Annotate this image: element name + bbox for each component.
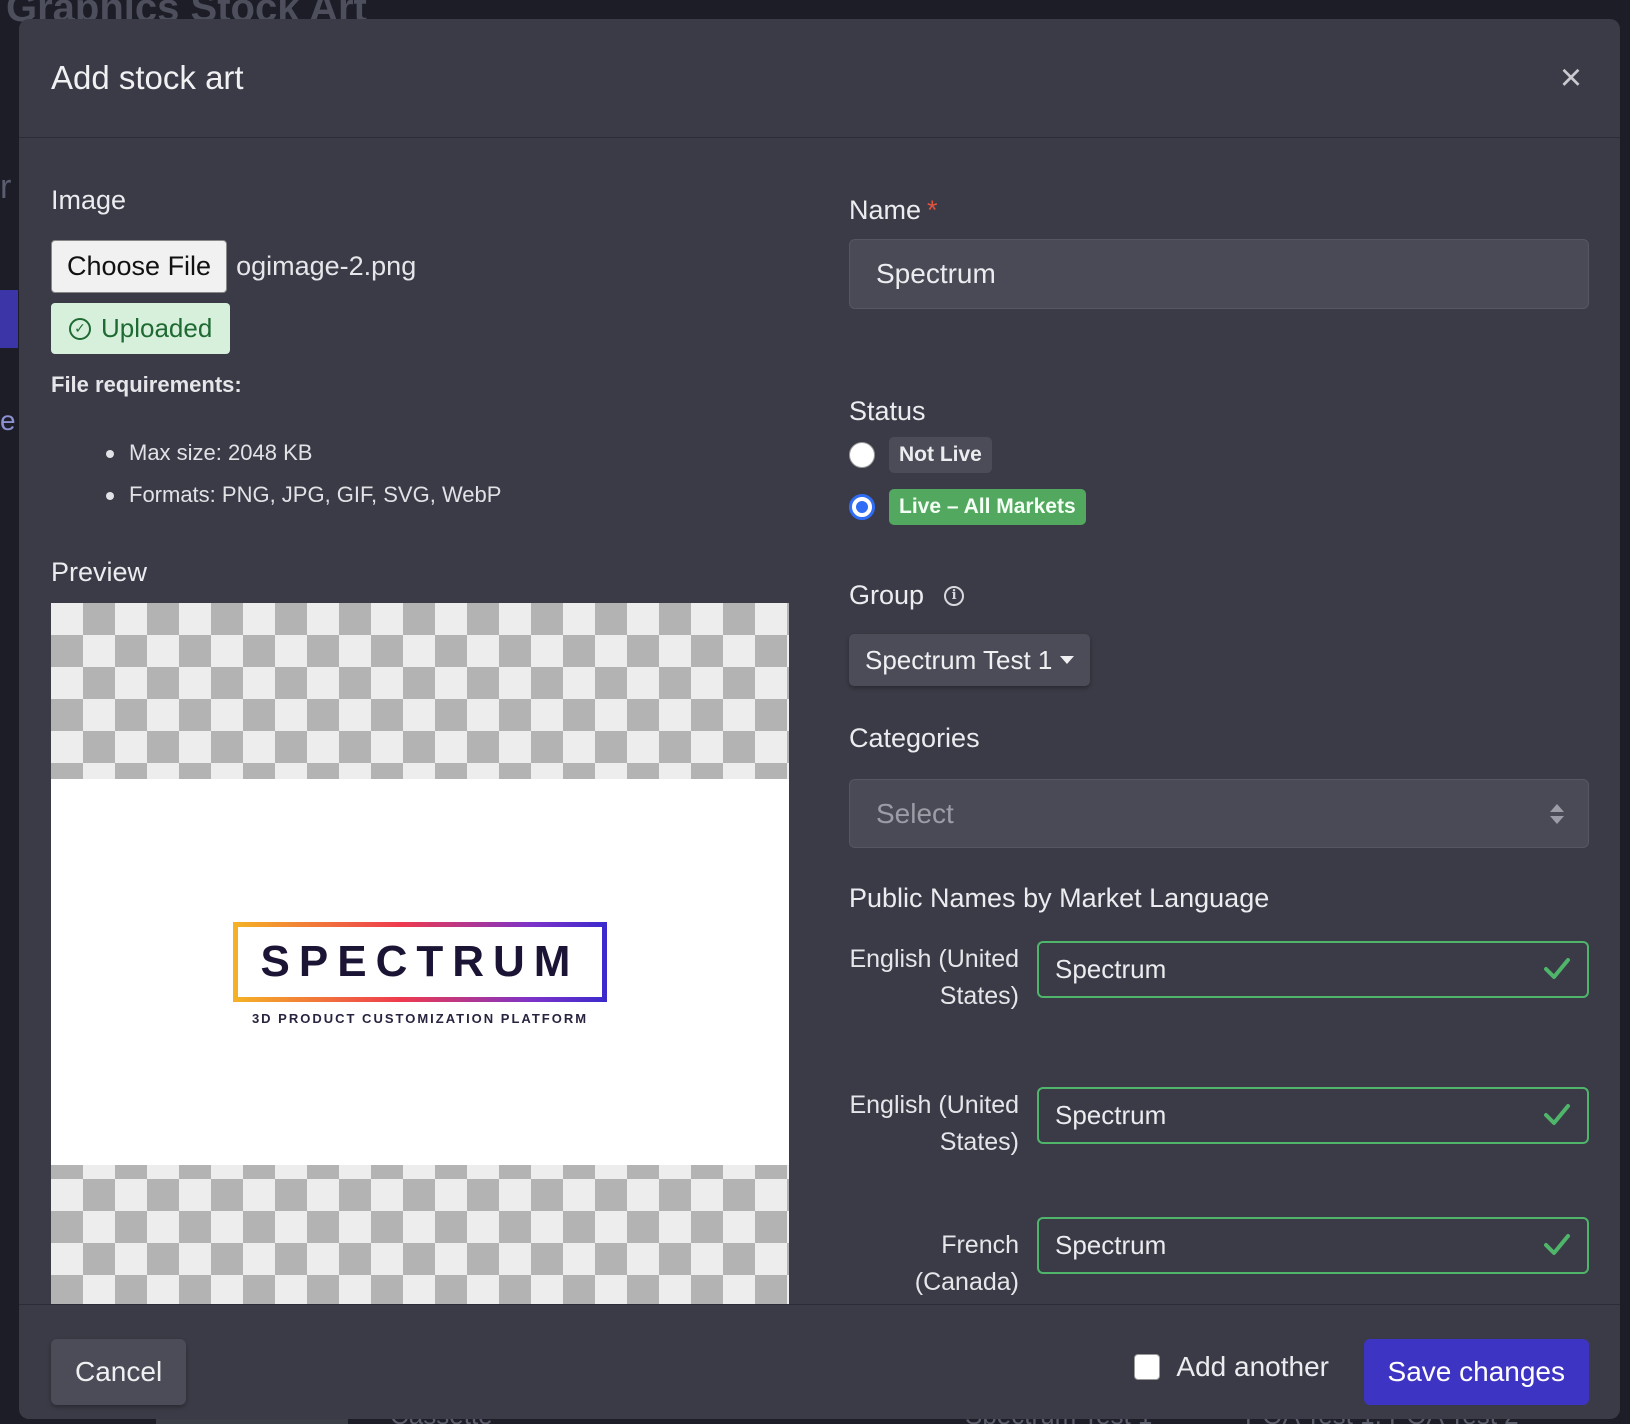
requirement-item: Max size: 2048 KB bbox=[106, 440, 501, 482]
name-input[interactable]: Spectrum bbox=[849, 239, 1589, 309]
language-label: English (United States) bbox=[849, 945, 1019, 1010]
public-name-value: Spectrum bbox=[1055, 954, 1167, 984]
not-live-radio[interactable] bbox=[849, 442, 875, 468]
public-name-value: Spectrum bbox=[1055, 1100, 1167, 1130]
status-option-not-live[interactable]: Not Live bbox=[849, 437, 992, 473]
public-names-label: Public Names by Market Language bbox=[849, 883, 1270, 913]
required-mark: * bbox=[927, 195, 938, 225]
modal-title: Add stock art bbox=[51, 59, 244, 96]
logo-subtitle: 3D PRODUCT CUSTOMIZATION PLATFORM bbox=[251, 1011, 589, 1026]
group-value: Spectrum Test 1 bbox=[865, 644, 1053, 675]
file-name: ogimage-2.png bbox=[236, 251, 417, 281]
name-label: Name * bbox=[849, 195, 938, 226]
cancel-button[interactable]: Cancel bbox=[51, 1339, 187, 1405]
categories-select[interactable]: Select bbox=[849, 779, 1589, 848]
checkmark-icon bbox=[1544, 958, 1570, 979]
language-label: English (United States) bbox=[849, 1091, 1019, 1156]
image-preview: SPECTRUM 3D PRODUCT CUSTOMIZATION PLATFO… bbox=[51, 603, 789, 1304]
file-requirements-list: Max size: 2048 KB Formats: PNG, JPG, GIF… bbox=[106, 440, 501, 524]
logo-text: SPECTRUM bbox=[238, 927, 602, 997]
categories-label: Categories bbox=[849, 723, 980, 753]
caret-down-icon bbox=[1060, 656, 1075, 664]
public-name-value: Spectrum bbox=[1055, 1230, 1167, 1260]
public-name-input[interactable]: Spectrum bbox=[1037, 1087, 1589, 1144]
choose-file-button[interactable]: Choose File bbox=[51, 240, 228, 293]
uploaded-label: Uploaded bbox=[101, 313, 213, 343]
public-name-input[interactable]: Spectrum bbox=[1037, 941, 1589, 998]
requirement-item: Formats: PNG, JPG, GIF, SVG, WebP bbox=[106, 482, 501, 524]
status-label: Status bbox=[849, 396, 926, 426]
checkmark-icon bbox=[1544, 1234, 1570, 1255]
check-circle-icon: ✓ bbox=[69, 317, 91, 340]
group-label: Group i bbox=[849, 580, 965, 611]
file-input: Choose File ogimage-2.png bbox=[51, 240, 416, 293]
add-another-label[interactable]: Add another bbox=[1176, 1351, 1329, 1383]
sort-arrows-icon bbox=[1550, 804, 1564, 824]
image-label: Image bbox=[51, 185, 127, 215]
preview-image: SPECTRUM 3D PRODUCT CUSTOMIZATION PLATFO… bbox=[51, 779, 789, 1165]
checkmark-icon bbox=[1544, 1104, 1570, 1125]
live-badge: Live – All Markets bbox=[889, 489, 1086, 525]
group-label-text: Group bbox=[849, 580, 925, 610]
background-nav-highlight bbox=[0, 290, 18, 348]
group-dropdown[interactable]: Spectrum Test 1 bbox=[849, 634, 1091, 686]
save-changes-button[interactable]: Save changes bbox=[1363, 1339, 1589, 1405]
language-label: French (Canada) bbox=[914, 1231, 1019, 1296]
background-marker: r bbox=[0, 168, 12, 206]
modal-body: Image Choose File ogimage-2.png ✓ Upload… bbox=[19, 139, 1620, 1304]
preview-label: Preview bbox=[51, 557, 148, 587]
modal-header: Add stock art × bbox=[19, 19, 1620, 138]
background-marker: e bbox=[0, 405, 16, 436]
categories-placeholder: Select bbox=[876, 797, 954, 829]
public-name-input[interactable]: Spectrum bbox=[1037, 1217, 1589, 1274]
name-label-text: Name bbox=[849, 195, 922, 225]
file-requirements-title: File requirements: bbox=[51, 372, 242, 397]
close-icon[interactable]: × bbox=[1554, 59, 1588, 97]
status-option-live[interactable]: Live – All Markets bbox=[849, 489, 1086, 525]
uploaded-badge: ✓ Uploaded bbox=[51, 303, 231, 354]
spectrum-logo: SPECTRUM bbox=[233, 922, 607, 1002]
not-live-badge: Not Live bbox=[889, 437, 992, 473]
info-icon[interactable]: i bbox=[944, 585, 965, 606]
add-another-checkbox[interactable] bbox=[1134, 1354, 1161, 1380]
add-stock-art-modal: Add stock art × Image Choose File ogimag… bbox=[19, 19, 1620, 1419]
modal-footer: Cancel Add another Save changes bbox=[19, 1304, 1620, 1419]
add-another-option[interactable]: Add another bbox=[1134, 1351, 1329, 1383]
live-radio[interactable] bbox=[849, 494, 875, 520]
